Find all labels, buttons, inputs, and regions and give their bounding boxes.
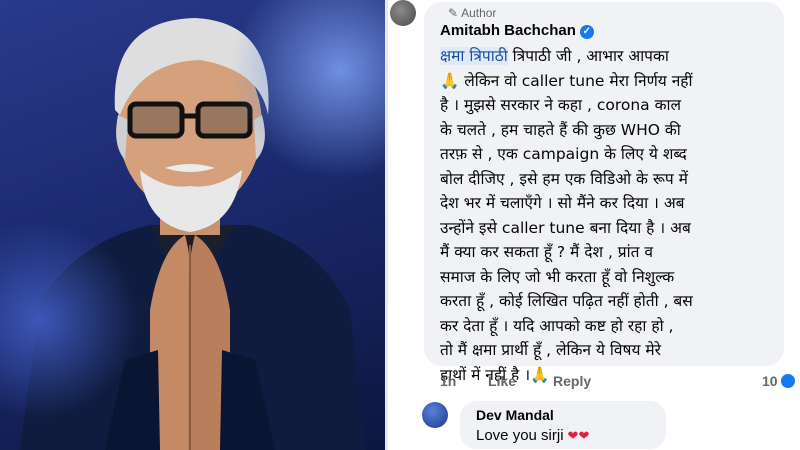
reply-text: Love you sirji ❤❤ bbox=[476, 427, 589, 444]
comment-line: करता हूँ , कोई लिखित पढ़ित नहीं होती , ब… bbox=[440, 292, 693, 310]
comment-line: तो मैं क्षमा प्रार्थी हूँ , लेकिन ये विष… bbox=[440, 341, 661, 359]
reply-avatar[interactable] bbox=[422, 402, 448, 428]
comment-line: बोल दीजिए , इसे हम एक विडिओ के रूप में bbox=[440, 169, 688, 188]
portrait-photo bbox=[0, 0, 385, 450]
comment-body: क्षमा त्रिपाठी त्रिपाठी जी , आभार आपका 🙏… bbox=[440, 44, 780, 387]
comment-line: है । मुझसे सरकार ने कहा , corona काल bbox=[440, 96, 682, 114]
pen-icon: ✎ bbox=[448, 6, 459, 20]
reply-button[interactable]: Reply bbox=[553, 373, 591, 389]
comment-thread: ✎ Author Amitabh Bachchan ✓ क्षमा त्रिपाठी… bbox=[390, 0, 800, 450]
like-reaction-icon bbox=[780, 374, 795, 388]
reply-author-name[interactable]: Dev Mandal bbox=[476, 407, 554, 423]
hearts-emoji-icon: ❤❤ bbox=[567, 428, 590, 443]
reaction-count-value: 10 bbox=[762, 373, 778, 389]
author-avatar[interactable] bbox=[390, 0, 416, 26]
author-name-text[interactable]: Amitabh Bachchan bbox=[440, 22, 576, 39]
author-badge-label: Author bbox=[461, 6, 497, 20]
comment-line-1: क्षमा त्रिपाठी त्रिपाठी जी , आभार आपका bbox=[440, 47, 669, 65]
comment-line: देश भर में चलाएँगे । सो मैंने कर दिया । … bbox=[440, 194, 685, 212]
comment-line: मैं क्या कर सकता हूँ ? मैं देश , प्रांत … bbox=[440, 243, 654, 261]
panel-divider bbox=[385, 0, 388, 450]
comment-line: के चलते , हम चाहते हैं की कुछ WHO की bbox=[440, 120, 681, 139]
comment-line: समाज के लिए जो भी करता हूँ वो निशुल्क bbox=[440, 267, 675, 286]
comment-line: 🙏 लेकिन वो caller tune मेरा निर्णय नहीं bbox=[440, 71, 693, 90]
like-button[interactable]: Like bbox=[488, 373, 516, 389]
comment-line: तरफ़ से , एक campaign के लिए ये शब्द bbox=[440, 145, 687, 163]
author-badge: ✎ Author bbox=[448, 6, 496, 20]
reply-text-content: Love you sirji bbox=[476, 427, 564, 444]
comment-line: कर देता हूँ । यदि आपको कष्ट हो रहा हो , bbox=[440, 316, 674, 335]
mention-link[interactable]: क्षमा त्रिपाठी bbox=[440, 47, 508, 65]
verified-check-icon: ✓ bbox=[579, 25, 594, 39]
comment-line: उन्होंने इसे caller tune बना दिया है । अ… bbox=[440, 218, 691, 237]
author-name[interactable]: Amitabh Bachchan ✓ bbox=[440, 22, 594, 39]
reaction-count[interactable]: 10 bbox=[762, 373, 795, 389]
comment-time[interactable]: 1h bbox=[440, 373, 456, 389]
